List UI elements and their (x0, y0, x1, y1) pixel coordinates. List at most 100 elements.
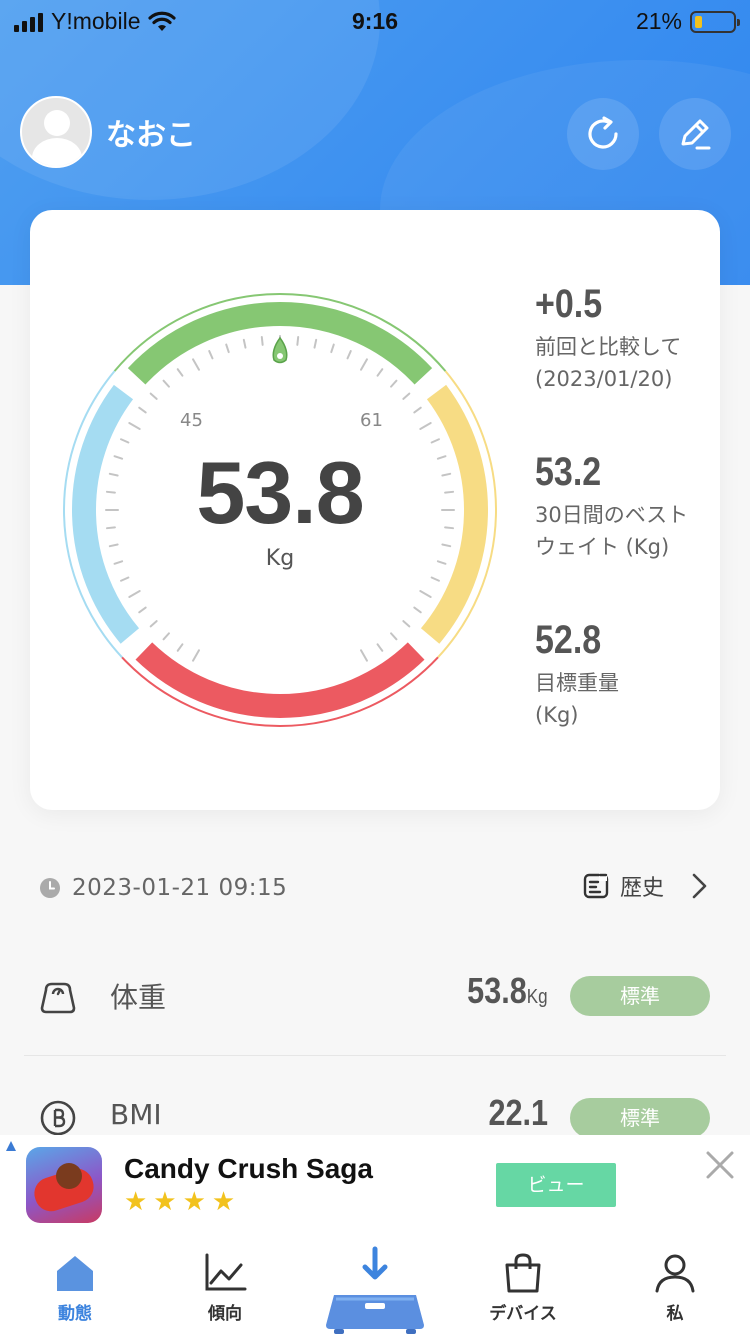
gauge-tick (128, 590, 141, 598)
metric-value: 22.1 (488, 1092, 548, 1133)
edit-button[interactable] (659, 98, 731, 170)
tab-label: 傾向 (208, 1304, 242, 1324)
gauge-tick (402, 620, 411, 628)
user-name: なおこ (106, 118, 196, 153)
tab-label: 私 (666, 1304, 684, 1324)
gauge-tick (413, 606, 422, 614)
gauge-tick (176, 643, 184, 652)
gauge-tick (360, 649, 368, 662)
gauge-tick (360, 358, 368, 371)
gauge-tick (413, 406, 422, 414)
metric-row-weight[interactable]: 体重 53.8Kg 標準 (24, 952, 726, 1042)
stat-change-date: (2023/01/20) (535, 367, 673, 391)
gauge-tick (390, 379, 398, 388)
metric-name: BMI (110, 1098, 162, 1131)
gauge-tick (176, 368, 184, 377)
stat-target-label: 目標重量 (535, 671, 619, 695)
stat-best-label-2: ウェイト (Kg) (535, 535, 670, 559)
ad-banner[interactable]: Candy Crush Saga ★★★★ ビュー (0, 1135, 750, 1235)
gauge-tick (346, 350, 352, 360)
history-icon (583, 873, 609, 899)
status-bar: Y!mobile 9:16 21% (0, 0, 750, 44)
tab-label: 動態 (58, 1304, 92, 1324)
gauge-tick (138, 606, 147, 614)
gauge-tick (192, 358, 200, 371)
stat-target-weight: 52.8 目標重量 (Kg) (535, 618, 619, 731)
stat-change: +0.5 前回と比較して (2023/01/20) (535, 282, 681, 395)
tab-label: デバイス (489, 1304, 557, 1324)
ad-rating-stars: ★★★★ (124, 1187, 242, 1217)
divider (24, 1055, 726, 1056)
gauge-tick (260, 335, 264, 346)
gauge-tick (419, 422, 432, 430)
stat-best-label: 30日間のベスト (535, 503, 689, 527)
battery-icon (690, 10, 740, 33)
stat-best-value: 53.2 (535, 450, 602, 494)
zone-red-band (135, 642, 425, 718)
weight-unit: Kg (265, 546, 295, 571)
metric-unit: Kg (527, 986, 548, 1008)
gauge-tick (225, 343, 230, 354)
ad-view-button[interactable]: ビュー (496, 1163, 616, 1207)
ad-choices-icon (6, 1141, 16, 1151)
gauge-pointer-dot (277, 353, 283, 359)
gauge-tick (128, 422, 141, 430)
gauge-range-low: 45 (180, 410, 203, 431)
gauge-tick (313, 338, 318, 349)
gauge-tick (402, 392, 411, 400)
stat-change-label: 前回と比較して (535, 335, 682, 359)
refresh-icon (588, 116, 618, 149)
measurement-timestamp: 2023-01-21 09:15 (72, 875, 288, 901)
stat-target-value: 52.8 (535, 618, 602, 662)
weight-summary-card: 45 61 53.8 Kg +0.5 前回と比較して (2023/01/20) … (30, 210, 720, 810)
home-icon (57, 1256, 93, 1291)
weigh-scale-button[interactable] (322, 1245, 428, 1334)
bottom-tab-bar: 動態 傾向 デバイス 私 (0, 1235, 750, 1334)
gauge-tick (419, 590, 432, 598)
gauge-tick (390, 632, 398, 641)
pencil-icon (681, 119, 711, 150)
gauge-tick (296, 335, 300, 346)
gauge-tick (162, 379, 170, 388)
gauge-tick (208, 350, 214, 360)
history-label: 歴史 (619, 876, 664, 901)
stat-best-weight: 53.2 30日間のベスト ウェイト (Kg) (535, 450, 688, 563)
avatar[interactable] (20, 96, 92, 168)
ad-app-icon[interactable] (26, 1147, 102, 1223)
tab-devices[interactable]: デバイス (468, 1253, 578, 1324)
gauge-tick (376, 368, 384, 377)
gauge-tick (149, 620, 158, 628)
weight-scale-icon (40, 982, 76, 1014)
stat-change-value: +0.5 (535, 282, 603, 326)
gauge-tick (120, 576, 130, 582)
metric-value: 53.8Kg (467, 970, 548, 1011)
current-weight: 53.8 (196, 443, 364, 542)
bmi-icon (40, 1100, 76, 1136)
gauge-tick (149, 392, 158, 400)
gauge-tick (242, 338, 247, 349)
chevron-right-icon (692, 873, 707, 899)
metric-name: 体重 (110, 981, 167, 1014)
gauge-tick (138, 406, 147, 414)
gauge-tick (376, 643, 384, 652)
gauge-tick (192, 649, 200, 662)
gauge-tick (162, 632, 170, 641)
status-badge: 標準 (570, 976, 710, 1016)
line-chart-icon (205, 1253, 247, 1291)
gauge-tick (330, 343, 335, 354)
tab-trends[interactable]: 傾向 (170, 1253, 280, 1324)
stat-target-unit: (Kg) (535, 703, 579, 727)
gauge-range-high: 61 (360, 410, 383, 431)
tab-dynamics[interactable]: 動態 (20, 1253, 130, 1324)
person-icon (655, 1254, 695, 1293)
measurement-time-row: 2023-01-21 09:15 歴史 (40, 868, 720, 908)
shopping-bag-icon (505, 1253, 541, 1293)
close-icon[interactable] (702, 1147, 738, 1183)
tab-me[interactable]: 私 (620, 1253, 730, 1324)
battery-percentage: 21% (635, 8, 682, 34)
ad-title: Candy Crush Saga (124, 1153, 373, 1184)
history-link[interactable]: 歴史 (582, 870, 712, 902)
clock-icon (40, 878, 60, 898)
sync-button[interactable] (567, 98, 639, 170)
user-profile[interactable]: なおこ (20, 96, 196, 168)
